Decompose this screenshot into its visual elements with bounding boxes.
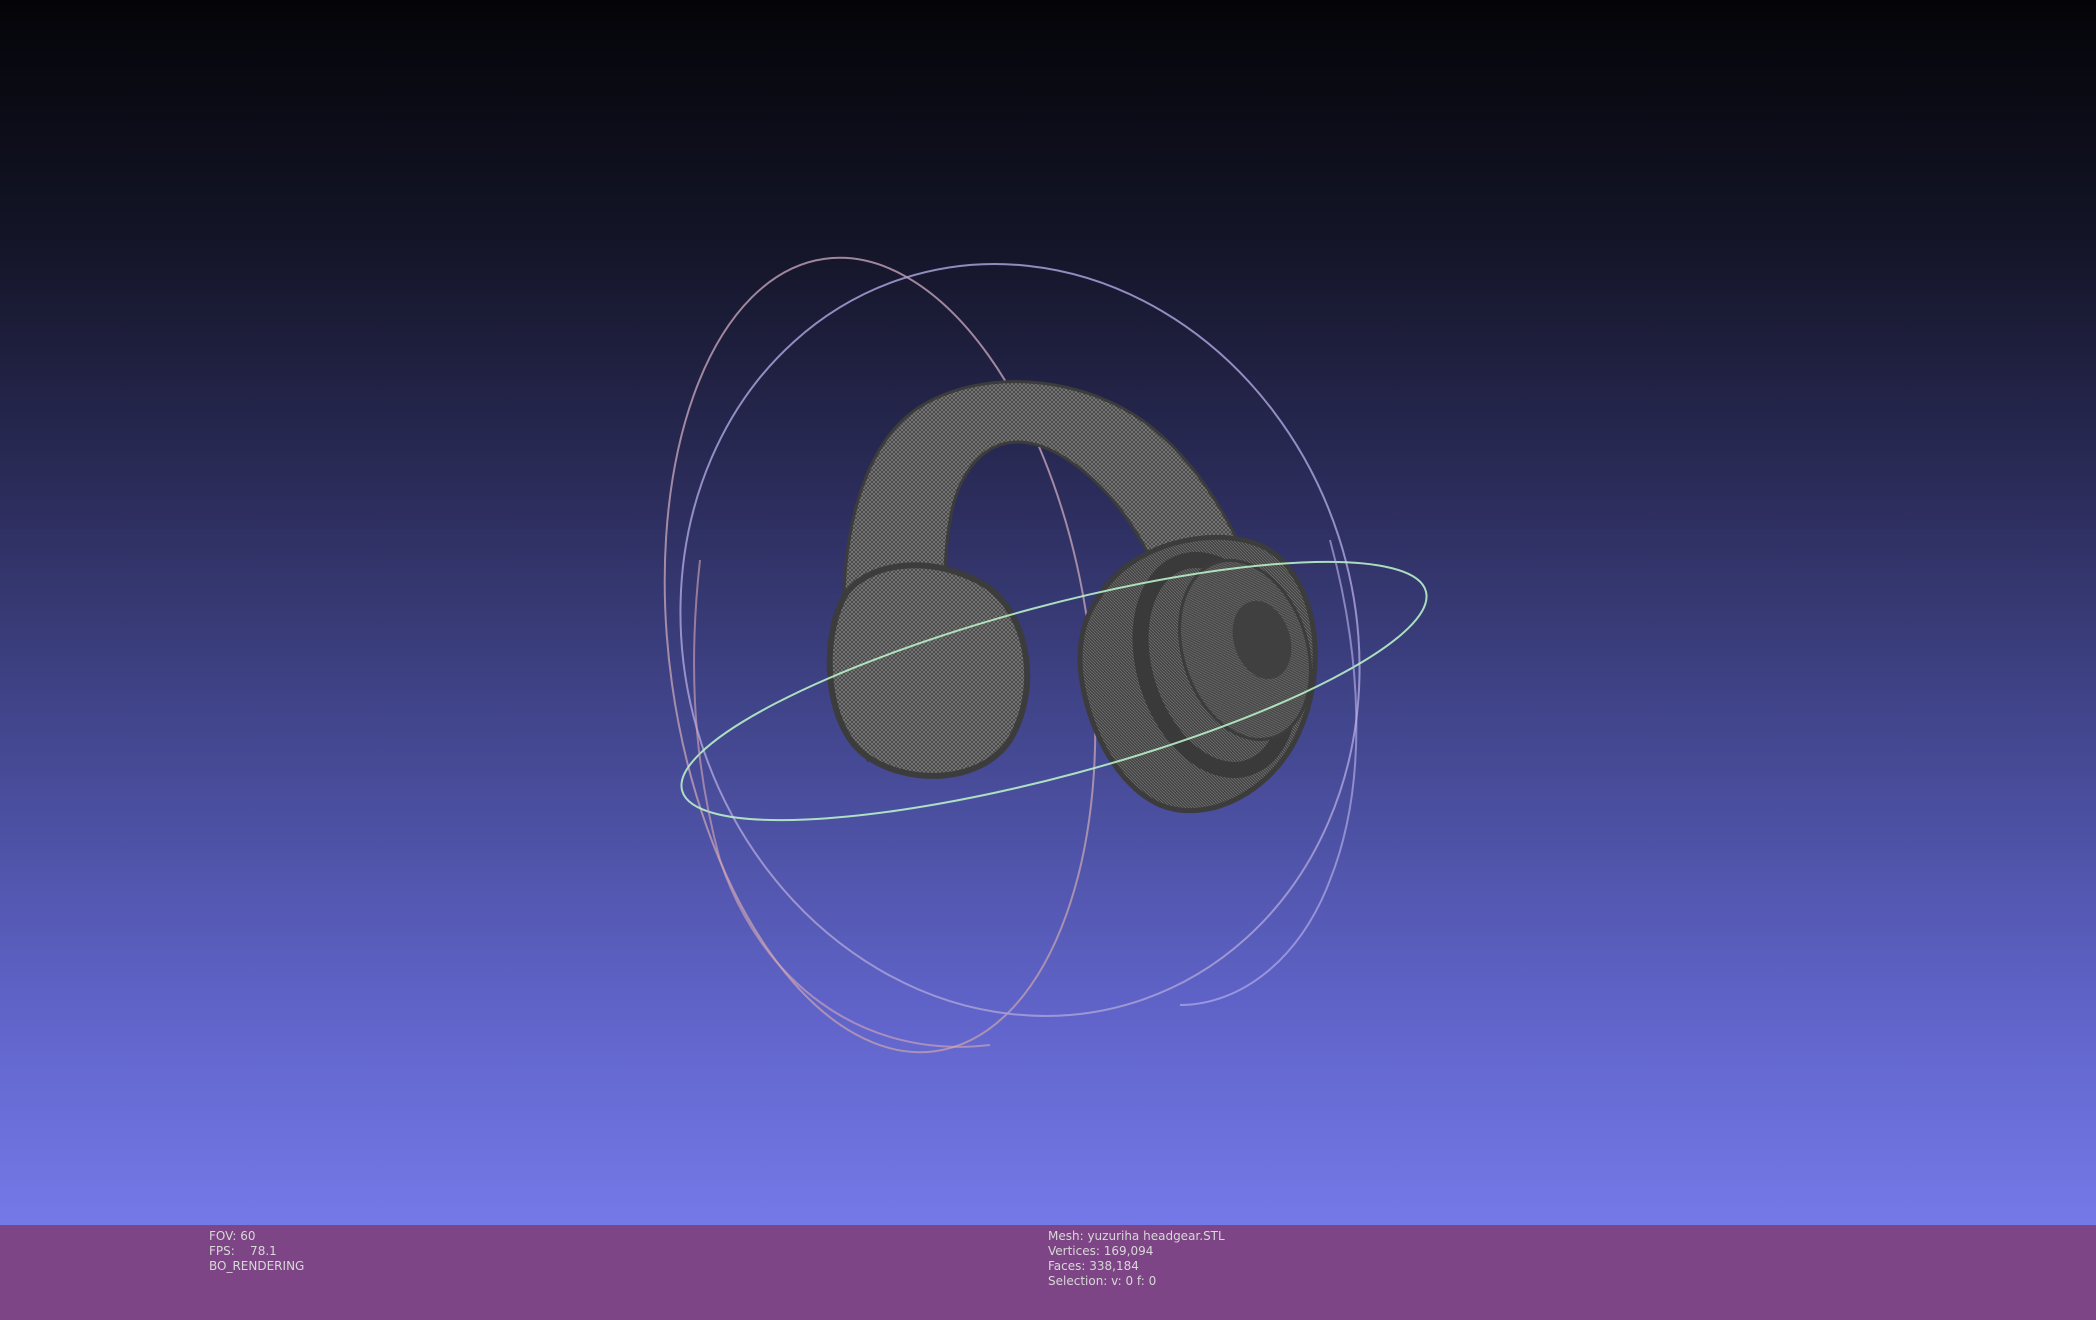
- mesh-name-label: Mesh: yuzuriha headgear.STL: [1048, 1229, 1225, 1243]
- vertices-label: Vertices: 169,094: [1048, 1244, 1154, 1258]
- fov-label: FOV: 60: [209, 1229, 256, 1243]
- selection-label: Selection: v: 0 f: 0: [1048, 1274, 1157, 1288]
- mesh-info: Mesh: yuzuriha headgear.STL Vertices: 16…: [1048, 1229, 1225, 1289]
- faces-label: Faces: 338,184: [1048, 1259, 1139, 1273]
- fps-label: FPS: 78.1: [209, 1244, 277, 1258]
- 3d-viewport[interactable]: [0, 0, 2096, 1225]
- render-info: FOV: 60 FPS: 78.1 BO_RENDERING: [209, 1229, 304, 1274]
- info-bar: FOV: 60 FPS: 78.1 BO_RENDERING Mesh: yuz…: [0, 1225, 2096, 1320]
- scene-canvas[interactable]: [0, 0, 2096, 1225]
- render-mode-label: BO_RENDERING: [209, 1259, 305, 1273]
